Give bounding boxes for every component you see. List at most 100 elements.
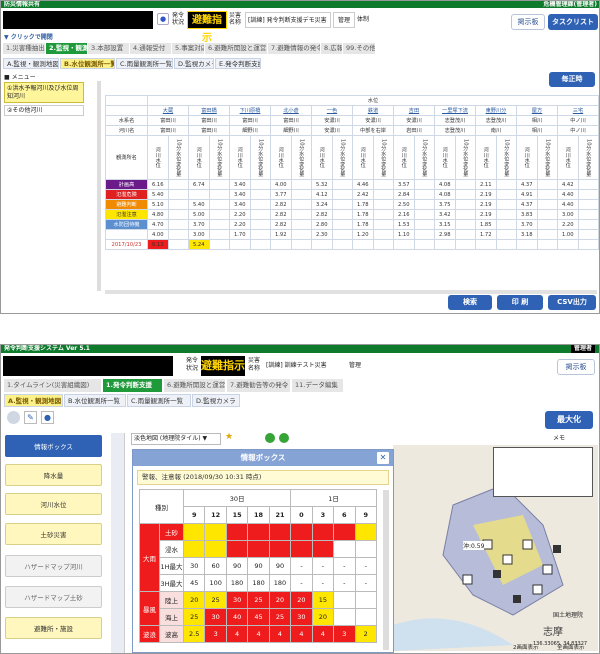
gear-icon[interactable] — [7, 411, 20, 424]
info-icon[interactable]: ● — [157, 13, 169, 25]
level-change — [290, 219, 312, 230]
maximize-button[interactable]: 最大化 — [545, 411, 593, 429]
wind-land: 25 — [247, 591, 270, 609]
side-btn-4[interactable]: ハザードマップ河川 — [5, 555, 102, 577]
tab-b-4[interactable]: 11.データ編集 — [292, 379, 344, 392]
wind-sea — [333, 608, 356, 626]
level-change — [167, 219, 189, 230]
side-btn-3[interactable]: 土砂災害 — [5, 523, 102, 545]
tab-main-8[interactable]: 99.その他 — [343, 43, 376, 54]
station-name: 下川原橋 — [229, 105, 271, 116]
rain-3h: - — [290, 574, 313, 592]
zoom-in-icon[interactable] — [265, 433, 275, 443]
sys-name: 富田川 — [229, 115, 271, 126]
dual-view-button[interactable]: 2画面表示 — [513, 643, 539, 651]
board-button-2[interactable]: 掲示板 — [557, 359, 595, 375]
side-btn-2[interactable]: 河川水位 — [5, 493, 102, 515]
level-change — [454, 189, 476, 200]
menu-title-label: メニュー — [11, 74, 36, 81]
tab-main-6[interactable]: 7.避難情報の発令 — [268, 43, 321, 54]
level-value: 3.40 — [229, 199, 251, 210]
tab-main-2[interactable]: 3.本部設置 — [88, 43, 130, 54]
tab-main-1[interactable]: 2.監視・観測 — [46, 43, 88, 54]
pencil-icon[interactable]: ✎ — [24, 411, 37, 424]
subtab-b-0[interactable]: A.監視・観測地図 — [4, 394, 63, 407]
info-scrollbar[interactable] — [383, 490, 389, 650]
subtab-3[interactable]: D.監視カメラ — [174, 58, 214, 69]
hour-header: 3 — [311, 506, 335, 524]
side-btn-1[interactable]: 降水量 — [5, 464, 102, 486]
subtab-b-1[interactable]: B.水位観測所一覧 — [64, 394, 126, 407]
level-value: 1.72 — [475, 229, 497, 240]
subtab-0[interactable]: A.監視・観測地図 — [3, 58, 59, 69]
tab-b-0[interactable]: 1.タイムライン(災害組織図) — [4, 379, 102, 392]
memo-button[interactable]: メモ — [553, 433, 565, 442]
subtab-4[interactable]: E.発令判断支援 — [215, 58, 261, 69]
star-icon[interactable]: ★ — [225, 432, 233, 442]
map-layer-select[interactable]: 淡色地図 (地理院タイル) ▼ — [131, 433, 221, 445]
side-btn-6[interactable]: 避難所・施設 — [5, 617, 102, 639]
subtab-b-2[interactable]: C.雨量観測所一覧 — [127, 394, 191, 407]
menu-item-0[interactable]: ①洪水予報河川及び水位周知河川 — [4, 82, 84, 103]
tab-b-3[interactable]: 7.避難勧告等の発令 — [227, 379, 291, 392]
level-change — [331, 189, 353, 200]
rain-1h: - — [354, 557, 377, 575]
sys-name: 志登茂川 — [475, 115, 517, 126]
side-btn-5[interactable]: ハザードマップ土砂 — [5, 586, 102, 608]
csv-button[interactable]: CSV出力 — [548, 295, 596, 310]
subtab-b-3[interactable]: D.監視カメラ — [192, 394, 240, 407]
table-scrollbar[interactable] — [105, 290, 597, 294]
print-button[interactable]: 印 刷 — [497, 295, 543, 310]
search-button[interactable]: 検索 — [448, 295, 492, 310]
level-value: 1.92 — [270, 229, 292, 240]
hour-header: 15 — [225, 506, 249, 524]
warn-cell — [204, 523, 227, 541]
level-change — [290, 189, 312, 200]
refresh-button[interactable]: 毎正時 — [549, 72, 595, 87]
level-value: 6.74 — [188, 179, 210, 190]
side-btn-0[interactable]: 情報ボックス — [5, 435, 102, 457]
hour-header: 9 — [354, 506, 377, 524]
subtab-2[interactable]: C.雨量観測所一覧 — [116, 58, 173, 69]
tab-main-4[interactable]: 5.事案対応 — [172, 43, 205, 54]
tasklist-button[interactable]: タスクリスト — [548, 14, 598, 30]
info-notice: 警報、注意報 (2018/09/30 10:31 時点) — [137, 470, 389, 485]
tab-main-0[interactable]: 1.災害種抽出 — [3, 43, 46, 54]
wind-sea: 30 — [204, 608, 227, 626]
station-name: 吉田 — [393, 105, 435, 116]
col-change: 10分水位変化量 — [454, 135, 476, 180]
tab-b-2[interactable]: 6.避難所開設と運営 — [164, 379, 226, 392]
side-rail — [111, 433, 125, 653]
map-area[interactable]: 沖:0.59 志摩 国土地理院 136.33065, 34.83327 — [393, 445, 598, 651]
station-name: 北小倉 — [270, 105, 312, 116]
minimap[interactable] — [493, 447, 593, 497]
level-change — [577, 229, 599, 240]
map-label-1: 志摩 — [543, 627, 563, 638]
level-row: 氾濫危険 5.40 3.40 3.77 4.12 2.42 2.84 4.08 2.19 4.91… — [105, 189, 599, 200]
level-change — [495, 199, 517, 210]
wave-height: 3 — [333, 625, 356, 643]
rain-3h: 180 — [247, 574, 270, 592]
sys-name: 相川 — [516, 115, 558, 126]
level-change — [249, 219, 271, 230]
quick-toggle[interactable]: ▼ クリックで開閉 — [4, 32, 53, 41]
tab-b-1[interactable]: 1.発令判断支援 — [103, 379, 163, 392]
side-scrollbar[interactable] — [97, 81, 101, 291]
close-icon[interactable]: ✕ — [377, 452, 389, 464]
current-blank — [167, 239, 189, 250]
tab-main-7[interactable]: 8.広報 — [321, 43, 343, 54]
board-button[interactable]: 掲示板 — [511, 14, 545, 30]
level-change — [208, 189, 230, 200]
kind-header: 種別 — [139, 489, 184, 524]
tab-main-3[interactable]: 4.通報受付 — [130, 43, 172, 54]
fullscreen-button[interactable]: 全画面表示 — [557, 643, 585, 651]
zoom-out-icon[interactable] — [279, 433, 289, 443]
tab-main-5[interactable]: 6.避難所開設と運営 — [205, 43, 268, 54]
warn-cell — [311, 540, 335, 558]
help-icon[interactable]: ● — [41, 411, 54, 424]
level-row: 避難判断 5.10 5.40 3.40 2.82 3.24 1.78 2.50 3.75 2.19… — [105, 199, 599, 210]
warn-row: 海上 25 30 40 45 25 30 20 — [140, 608, 377, 626]
level-value: 4.08 — [434, 189, 456, 200]
subtab-1[interactable]: B.水位観測所一覧 — [60, 58, 115, 69]
menu-item-1[interactable]: ②その他河川 — [4, 105, 84, 116]
